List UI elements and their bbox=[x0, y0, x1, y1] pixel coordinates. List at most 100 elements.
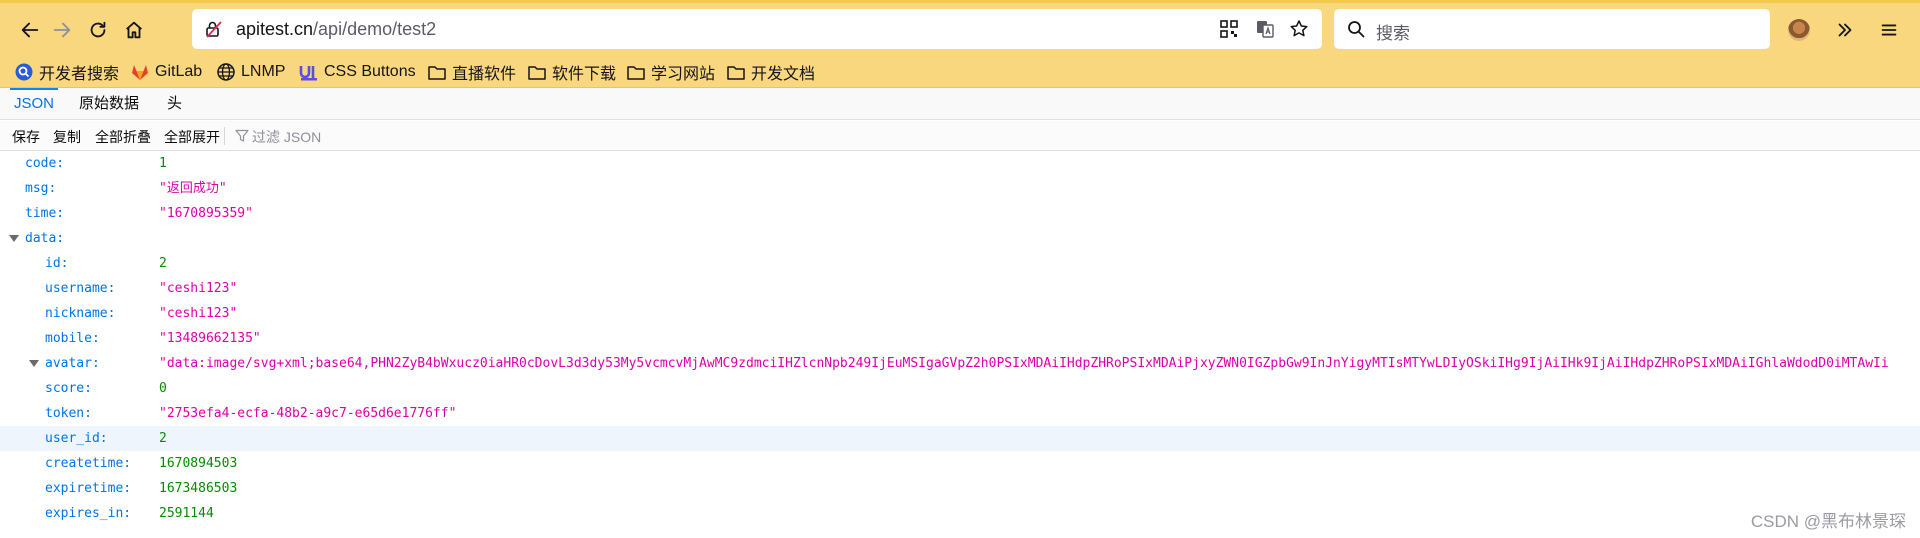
json-row[interactable]: createtime: 1670894503 bbox=[0, 451, 1920, 476]
json-value: 1673486503 bbox=[159, 481, 238, 496]
url-text[interactable]: apitest.cn/api/demo/test2 bbox=[236, 18, 436, 40]
json-value: "返回成功" bbox=[159, 181, 227, 196]
expand-all-button[interactable]: 全部展开 bbox=[164, 127, 220, 147]
bookmark-css-buttons[interactable]: CSS Buttons bbox=[299, 60, 416, 84]
menu-button[interactable] bbox=[1873, 14, 1905, 46]
json-value: 2591144 bbox=[159, 506, 214, 521]
json-key: username: bbox=[45, 281, 116, 296]
json-row[interactable]: nickname: "ceshi123" bbox=[0, 301, 1920, 326]
forward-arrow-icon bbox=[53, 22, 71, 38]
save-button[interactable]: 保存 bbox=[12, 127, 40, 147]
json-row[interactable]: time: "1670895359" bbox=[0, 201, 1920, 226]
json-key: user_id: bbox=[45, 431, 108, 446]
filter-json-input[interactable]: 过滤 JSON bbox=[252, 127, 321, 147]
json-row[interactable]: data: bbox=[0, 226, 1920, 251]
gitlab-icon bbox=[132, 65, 148, 80]
reload-icon bbox=[90, 21, 106, 38]
json-key: code: bbox=[25, 156, 65, 171]
forward-button[interactable] bbox=[46, 14, 78, 46]
copy-button[interactable]: 复制 bbox=[53, 127, 81, 147]
bookmark-label: LNMP bbox=[241, 63, 286, 80]
expand-toggle-icon[interactable] bbox=[29, 360, 39, 367]
search-placeholder: 搜索 bbox=[1376, 24, 1410, 43]
insecure-lock-icon[interactable] bbox=[204, 19, 224, 39]
json-value: 0 bbox=[159, 381, 167, 396]
bookmark-label: 软件下载 bbox=[552, 66, 617, 83]
json-value: 1 bbox=[159, 156, 167, 171]
bookmarks-toolbar: 开发者搜索 GitLab LNMP CSS Buttons 直播软件 软件下载 … bbox=[0, 56, 1920, 88]
tab-raw-data[interactable]: 原始数据 bbox=[75, 88, 143, 120]
address-bar[interactable]: apitest.cn/api/demo/test2 bbox=[192, 9, 1322, 49]
json-key: expiretime: bbox=[45, 481, 132, 496]
json-row[interactable]: msg: "返回成功" bbox=[0, 176, 1920, 201]
json-key: nickname: bbox=[45, 306, 116, 321]
json-value: "ceshi123" bbox=[159, 281, 238, 296]
account-avatar[interactable] bbox=[1788, 19, 1810, 41]
json-value: 2 bbox=[159, 431, 167, 446]
tab-headers[interactable]: 头 bbox=[163, 88, 186, 120]
json-row[interactable]: code: 1 bbox=[0, 151, 1920, 176]
json-value: 1670894503 bbox=[159, 456, 238, 471]
json-row[interactable]: user_id: 2 bbox=[0, 426, 1920, 451]
json-row[interactable]: token: "2753efa4-ecfa-48b2-a9c7-e65d6e177… bbox=[0, 401, 1920, 426]
folder-icon bbox=[428, 66, 446, 80]
bookmark-lnmp[interactable]: LNMP bbox=[216, 60, 285, 84]
bookmark-label: 学习网站 bbox=[651, 66, 716, 83]
expand-toggle-icon[interactable] bbox=[9, 235, 19, 242]
hamburger-menu-icon bbox=[1881, 24, 1897, 36]
json-key: expires_in: bbox=[45, 506, 132, 521]
json-value: "1670895359" bbox=[159, 206, 253, 221]
json-value: "13489662135" bbox=[159, 331, 261, 346]
double-chevron-icon bbox=[1838, 23, 1852, 37]
search-bar[interactable]: 搜索 bbox=[1334, 9, 1770, 49]
qr-code-icon[interactable] bbox=[1218, 18, 1240, 40]
folder-icon bbox=[727, 66, 745, 80]
json-row[interactable]: mobile: "13489662135" bbox=[0, 326, 1920, 351]
back-button[interactable] bbox=[14, 14, 46, 46]
json-value: "data:image/svg+xml;base64,PHN2ZyB4bWxuc… bbox=[159, 356, 1889, 371]
browser-toolbar: apitest.cn/api/demo/test2 搜索 bbox=[0, 0, 1920, 56]
json-key: token: bbox=[45, 406, 92, 421]
tab-json[interactable]: JSON bbox=[10, 88, 59, 120]
json-key: data: bbox=[25, 231, 65, 246]
bookmark-folder-live[interactable]: 直播软件 bbox=[427, 60, 516, 84]
json-key: time: bbox=[25, 206, 65, 221]
bookmark-folder-learning[interactable]: 学习网站 bbox=[626, 60, 715, 84]
json-row[interactable]: username: "ceshi123" bbox=[0, 276, 1920, 301]
json-toolbar: 保存 复制 全部折叠 全部展开 过滤 JSON bbox=[0, 121, 1920, 151]
filter-icon bbox=[235, 129, 249, 142]
json-row[interactable]: avatar: "data:image/svg+xml;base64,PHN2Zy… bbox=[0, 351, 1920, 376]
bookmark-label: 开发文档 bbox=[751, 66, 816, 83]
collapse-all-button[interactable]: 全部折叠 bbox=[95, 127, 151, 147]
reload-button[interactable] bbox=[82, 14, 114, 46]
url-host: apitest.cn bbox=[236, 19, 314, 39]
bookmark-folder-downloads[interactable]: 软件下载 bbox=[527, 60, 616, 84]
bookmark-label: 直播软件 bbox=[452, 66, 517, 83]
bookmark-star-icon[interactable] bbox=[1288, 18, 1310, 40]
globe-icon bbox=[217, 63, 235, 81]
overflow-chevron-button[interactable] bbox=[1829, 14, 1861, 46]
folder-icon bbox=[528, 66, 546, 80]
bookmark-label: 开发者搜索 bbox=[39, 66, 120, 83]
translate-icon[interactable] bbox=[1254, 18, 1276, 40]
json-viewer-tabs: JSON 原始数据 头 bbox=[0, 88, 1920, 120]
json-key: id: bbox=[45, 256, 69, 271]
home-button[interactable] bbox=[118, 14, 150, 46]
json-value: 2 bbox=[159, 256, 167, 271]
json-value: "ceshi123" bbox=[159, 306, 238, 321]
bookmark-developer-search[interactable]: 开发者搜索 bbox=[14, 60, 119, 84]
bookmark-folder-docs[interactable]: 开发文档 bbox=[726, 60, 815, 84]
watermark: CSDN @黑布林景琛 bbox=[1750, 512, 1906, 531]
json-row[interactable]: expiretime: 1673486503 bbox=[0, 476, 1920, 501]
search-icon bbox=[1348, 21, 1365, 38]
json-row[interactable]: score: 0 bbox=[0, 376, 1920, 401]
url-path: /api/demo/test2 bbox=[313, 19, 437, 39]
back-arrow-icon bbox=[21, 22, 39, 38]
json-row[interactable]: id: 2 bbox=[0, 251, 1920, 276]
json-row[interactable]: expires_in: 2591144 bbox=[0, 501, 1920, 526]
json-key: score: bbox=[45, 381, 92, 396]
home-icon bbox=[126, 21, 142, 39]
bookmark-gitlab[interactable]: GitLab bbox=[130, 60, 202, 84]
bookmark-label: GitLab bbox=[155, 63, 203, 80]
json-key: mobile: bbox=[45, 331, 100, 346]
